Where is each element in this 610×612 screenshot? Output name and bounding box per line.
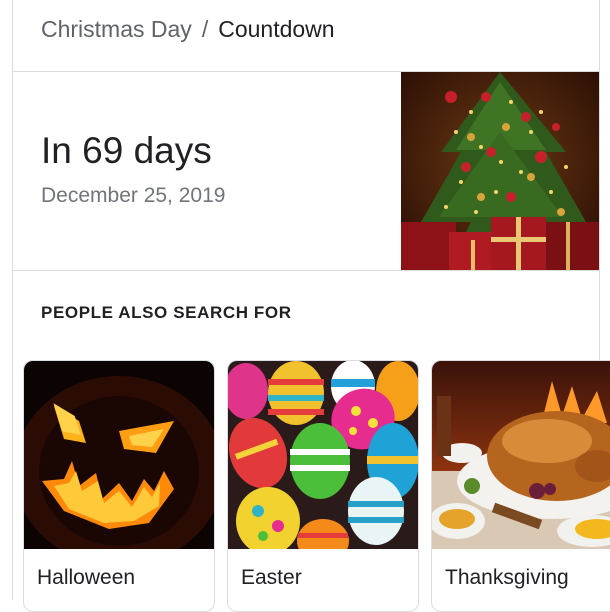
breadcrumb-separator: / <box>201 16 209 42</box>
jack-o-lantern-icon <box>24 361 214 549</box>
countdown-date: December 25, 2019 <box>41 184 226 207</box>
card-easter[interactable]: Easter <box>227 360 419 612</box>
breadcrumb-parent-link[interactable]: Christmas Day <box>41 16 192 42</box>
card-label: Thanksgiving <box>445 566 569 589</box>
card-halloween[interactable]: Halloween <box>23 360 215 612</box>
people-also-search-heading: PEOPLE ALSO SEARCH FOR <box>41 303 292 322</box>
roast-turkey-icon <box>432 361 610 549</box>
card-label: Halloween <box>37 566 136 589</box>
countdown-days: In 69 days <box>41 130 212 171</box>
card-thanksgiving[interactable]: Thanksgiving <box>431 360 610 612</box>
easter-eggs-icon <box>228 361 418 549</box>
result-panel: Christmas Day / Countdown In 69 days Decem… <box>12 0 610 612</box>
card-label: Easter <box>241 566 302 589</box>
breadcrumb-current: Countdown <box>218 16 335 42</box>
divider <box>13 270 599 271</box>
breadcrumb: Christmas Day / Countdown <box>41 14 335 44</box>
christmas-tree-image[interactable] <box>401 72 599 270</box>
